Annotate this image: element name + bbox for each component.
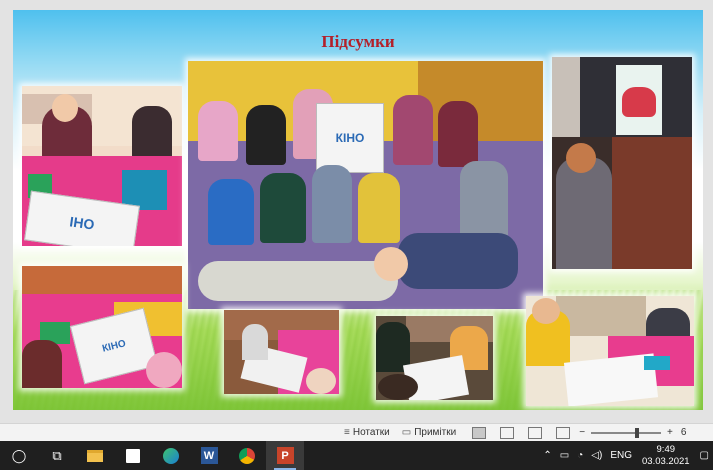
- comments-button[interactable]: ▭ Примітки: [396, 424, 462, 442]
- zoom-out-button[interactable]: −: [577, 427, 587, 438]
- blurred-shelves: [612, 137, 692, 269]
- comments-label: Примітки: [414, 427, 457, 438]
- slideshow-view-icon[interactable]: [556, 426, 571, 439]
- start-search-button[interactable]: ◯: [0, 441, 38, 470]
- photo-group-kino[interactable]: КІНО: [188, 61, 543, 309]
- child-head: [532, 298, 560, 324]
- child-5: [438, 101, 478, 167]
- word-icon: W: [200, 447, 218, 464]
- child-9: [358, 173, 400, 243]
- child-face: [52, 94, 78, 122]
- slide-sorter-view-icon[interactable]: [500, 426, 515, 439]
- slide-title[interactable]: Підсумки: [13, 32, 703, 52]
- network-icon[interactable]: ◔: [573, 450, 587, 461]
- windows-taskbar: ◯ ⧉ W P ⌃ ▭ ◔ ◁) ENG 9:49 03.03.2021 ▢: [0, 441, 713, 470]
- notes-label: Нотатки: [352, 427, 390, 438]
- projected-figure: [622, 87, 656, 117]
- notes-icon: ≡: [344, 427, 350, 438]
- word-button[interactable]: W: [190, 441, 228, 470]
- zoom-level[interactable]: 6: [675, 427, 687, 438]
- teacher-head: [566, 143, 596, 173]
- task-view-icon: ⧉: [52, 447, 62, 463]
- child-figure: [22, 340, 62, 388]
- powerpoint-button[interactable]: P: [266, 441, 304, 470]
- child-figure: [242, 324, 268, 360]
- photo-children-drawing-2[interactable]: КІНО: [22, 266, 182, 388]
- kino-poster-center: КІНО: [316, 103, 384, 173]
- photo-children-drawing-1[interactable]: ІНО: [22, 86, 182, 246]
- blurred-left: [552, 57, 580, 137]
- language-indicator[interactable]: ENG: [606, 450, 636, 461]
- notes-button[interactable]: ≡ Нотатки: [338, 424, 396, 442]
- zoom-slider[interactable]: [591, 427, 662, 438]
- notifications-icon[interactable]: ▢: [696, 450, 713, 461]
- child-7: [260, 173, 306, 243]
- chrome-icon: [239, 447, 255, 464]
- zoom-in-button[interactable]: +: [665, 427, 675, 438]
- child-head: [146, 352, 182, 388]
- photo-children-drawing-3[interactable]: [224, 310, 339, 394]
- reading-view-icon[interactable]: [528, 426, 543, 439]
- child-head: [378, 374, 418, 400]
- file-explorer-icon: [87, 449, 103, 462]
- child-10: [460, 161, 508, 239]
- store-icon: [126, 448, 140, 463]
- child-6: [208, 179, 254, 245]
- child-lying-1: [198, 261, 398, 301]
- child-2: [246, 105, 286, 165]
- blurred-shelf: [418, 61, 543, 141]
- file-explorer-button[interactable]: [76, 441, 114, 470]
- chrome-button[interactable]: [228, 441, 266, 470]
- child-1: [198, 101, 238, 161]
- powerpoint-window: Підсумки ІНО КІНО КІНО ≡ Нотатки ▭ Примі…: [0, 0, 713, 470]
- clock[interactable]: 9:49 03.03.2021: [636, 444, 696, 468]
- show-hidden-icons-icon[interactable]: ⌃: [539, 450, 555, 461]
- photo-children-drawing-4[interactable]: [376, 316, 493, 400]
- volume-icon[interactable]: ◁): [587, 450, 606, 461]
- battery-icon[interactable]: ▭: [556, 450, 573, 461]
- edge-button[interactable]: [152, 441, 190, 470]
- photo-children-drawing-5[interactable]: [526, 296, 694, 406]
- clock-date: 03.03.2021: [642, 455, 690, 467]
- edge-icon: [163, 447, 179, 464]
- zoom-slider-thumb[interactable]: [635, 427, 640, 438]
- system-tray: ⌃ ▭ ◔ ◁) ENG 9:49 03.03.2021 ▢: [539, 441, 713, 470]
- comment-icon: ▭: [401, 427, 412, 438]
- slide-editing-area[interactable]: Підсумки ІНО КІНО КІНО: [0, 0, 713, 423]
- child-head: [306, 368, 336, 394]
- clock-time: 9:49: [656, 443, 676, 455]
- child-4: [393, 95, 433, 165]
- slide[interactable]: Підсумки ІНО КІНО КІНО: [13, 10, 703, 410]
- photo-projector-screen[interactable]: [552, 57, 692, 269]
- normal-view-icon[interactable]: [472, 426, 487, 439]
- search-icon: ◯: [11, 447, 27, 463]
- child-8: [312, 165, 352, 243]
- teacher-figure: [556, 157, 612, 269]
- status-bar: ≡ Нотатки ▭ Примітки − + 6: [0, 423, 713, 441]
- blue-paper: [644, 356, 670, 370]
- task-view-button[interactable]: ⧉: [38, 441, 76, 470]
- powerpoint-icon: P: [276, 447, 294, 464]
- child-lying-2: [398, 233, 518, 289]
- child-face-front: [374, 247, 408, 281]
- store-button[interactable]: [114, 441, 152, 470]
